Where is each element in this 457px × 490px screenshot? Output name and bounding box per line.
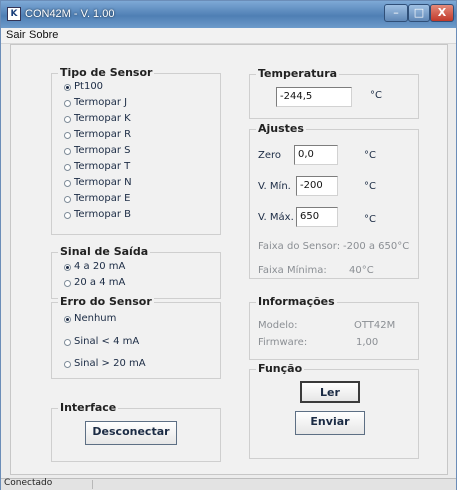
read-button[interactable]: Ler bbox=[300, 381, 360, 403]
firmware-value: 1,00 bbox=[356, 337, 379, 348]
min-range-value: 40°C bbox=[349, 265, 374, 276]
sensor-option-label: Termopar K bbox=[74, 113, 131, 124]
sensor-option-label: Termopar T bbox=[74, 161, 131, 172]
sensor-type-group: Tipo de Sensor Pt100 Termopar J Termopar… bbox=[51, 66, 221, 235]
error-option-label: Sinal < 4 mA bbox=[74, 336, 140, 347]
disconnect-button[interactable]: Desconectar bbox=[85, 421, 177, 445]
min-unit: °C bbox=[364, 181, 376, 192]
info-legend: Informações bbox=[256, 295, 337, 308]
window-title: CON42M - V. 1.00 bbox=[25, 8, 115, 20]
min-range-label: Faixa Mínima: bbox=[258, 265, 327, 276]
zero-unit: °C bbox=[364, 150, 376, 161]
sensor-option-label: Termopar R bbox=[74, 129, 132, 140]
function-group: Função Ler Enviar bbox=[249, 362, 419, 459]
sensor-type-legend: Tipo de Sensor bbox=[58, 66, 155, 79]
temperature-unit: °C bbox=[370, 90, 382, 101]
firmware-label: Firmware: bbox=[258, 337, 308, 348]
sensor-range-value: -200 a 650°C bbox=[343, 241, 410, 252]
sensor-radio-termopar-j[interactable] bbox=[64, 100, 71, 107]
title-bar[interactable]: K CON42M - V. 1.00 – □ X bbox=[1, 1, 456, 28]
application-window: K CON42M - V. 1.00 – □ X Sair Sobre Tipo… bbox=[0, 0, 457, 490]
sensor-radio-pt100[interactable] bbox=[64, 84, 71, 91]
close-button[interactable]: X bbox=[430, 4, 454, 22]
interface-legend: Interface bbox=[58, 401, 119, 414]
signal-radio-20-4[interactable] bbox=[64, 280, 71, 287]
interface-group: Interface Desconectar bbox=[51, 401, 221, 462]
menu-item-sobre[interactable]: Sobre bbox=[29, 29, 58, 41]
temperature-group: Temperatura -244,5 °C bbox=[249, 67, 419, 119]
sensor-option-label: Termopar S bbox=[74, 145, 131, 156]
sensor-option-label: Termopar E bbox=[74, 193, 131, 204]
minimize-button[interactable]: – bbox=[384, 4, 408, 22]
error-option-label: Sinal > 20 mA bbox=[74, 358, 146, 369]
info-group: Informações Modelo: OTT42M Firmware: 1,0… bbox=[249, 295, 419, 360]
signal-option-label: 4 a 20 mA bbox=[74, 261, 126, 272]
sensor-option-label: Pt100 bbox=[74, 81, 104, 92]
error-radio-below-4ma[interactable] bbox=[64, 339, 71, 346]
maximize-button[interactable]: □ bbox=[408, 4, 430, 22]
output-signal-group: Sinal de Saída 4 a 20 mA 20 a 4 mA bbox=[51, 245, 221, 299]
status-separator bbox=[92, 480, 93, 489]
max-value-input[interactable]: 650 bbox=[296, 207, 338, 227]
connection-status: Conectado bbox=[4, 478, 53, 488]
status-bar: Conectado bbox=[1, 478, 456, 490]
model-label: Modelo: bbox=[258, 320, 298, 331]
output-signal-legend: Sinal de Saída bbox=[58, 245, 151, 258]
sensor-radio-termopar-b[interactable] bbox=[64, 212, 71, 219]
sensor-radio-termopar-t[interactable] bbox=[64, 164, 71, 171]
sensor-radio-termopar-r[interactable] bbox=[64, 132, 71, 139]
error-radio-above-20ma[interactable] bbox=[64, 361, 71, 368]
sensor-option-label: Termopar B bbox=[74, 209, 131, 220]
sensor-radio-termopar-s[interactable] bbox=[64, 148, 71, 155]
menu-item-sair[interactable]: Sair bbox=[6, 29, 26, 41]
main-panel: Tipo de Sensor Pt100 Termopar J Termopar… bbox=[10, 44, 448, 475]
max-unit: °C bbox=[364, 214, 376, 225]
temperature-legend: Temperatura bbox=[256, 67, 340, 80]
app-logo-icon: K bbox=[7, 7, 21, 21]
adjustments-legend: Ajustes bbox=[256, 122, 306, 135]
min-value-input[interactable]: -200 bbox=[296, 176, 338, 196]
sensor-error-group: Erro do Sensor Nenhum Sinal < 4 mA Sinal… bbox=[51, 295, 221, 379]
function-legend: Função bbox=[256, 362, 305, 375]
sensor-option-label: Termopar J bbox=[74, 97, 128, 108]
adjustments-group: Ajustes Zero 0,0 °C V. Mín. -200 °C V. M… bbox=[249, 122, 419, 279]
signal-option-label: 20 a 4 mA bbox=[74, 277, 126, 288]
max-label: V. Máx. bbox=[258, 212, 294, 223]
signal-radio-4-20[interactable] bbox=[64, 264, 71, 271]
error-radio-none[interactable] bbox=[64, 316, 71, 323]
temperature-display: -244,5 bbox=[276, 87, 352, 107]
sensor-option-label: Termopar N bbox=[74, 177, 132, 188]
send-button[interactable]: Enviar bbox=[295, 411, 365, 435]
sensor-radio-termopar-n[interactable] bbox=[64, 180, 71, 187]
sensor-radio-termopar-k[interactable] bbox=[64, 116, 71, 123]
menu-bar: Sair Sobre bbox=[1, 28, 456, 44]
error-option-label: Nenhum bbox=[74, 313, 117, 324]
sensor-radio-termopar-e[interactable] bbox=[64, 196, 71, 203]
zero-label: Zero bbox=[258, 150, 282, 161]
sensor-range-label: Faixa do Sensor: bbox=[258, 241, 341, 252]
min-label: V. Mín. bbox=[258, 181, 291, 192]
sensor-error-legend: Erro do Sensor bbox=[58, 295, 154, 308]
zero-input[interactable]: 0,0 bbox=[294, 145, 338, 165]
model-value: OTT42M bbox=[354, 320, 396, 331]
